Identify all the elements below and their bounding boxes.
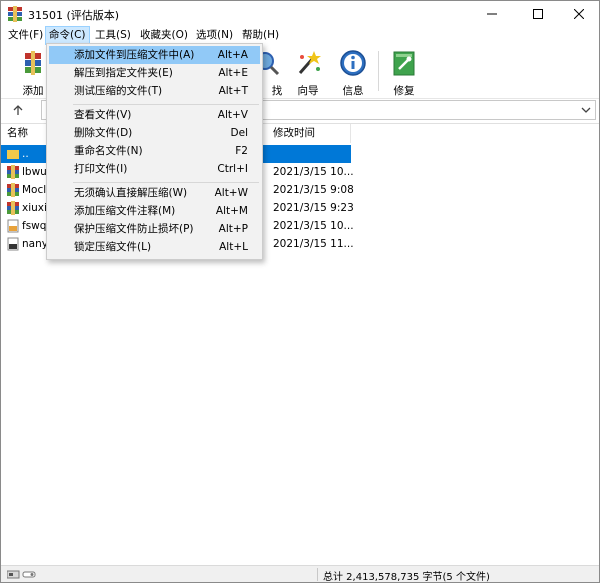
app-window: 31501 (评估版本) 文件(F) 命令(C) 工具(S) 收藏夹(O) 选项… — [0, 0, 600, 583]
minimize-icon — [487, 13, 497, 15]
maximize-icon — [533, 9, 543, 19]
menu-item-label: 添加压缩文件注释(M) — [74, 205, 176, 217]
parent-folder-icon — [7, 150, 19, 159]
menu-item-label: 测试压缩的文件(T) — [74, 85, 163, 97]
menu-item-label: 重命名文件(N) — [74, 145, 143, 157]
window-title: 31501 (评估版本) — [28, 9, 120, 22]
file-modified: 2021/3/15 10... — [273, 166, 354, 178]
rar-archive-icon — [7, 165, 19, 179]
menu-item-add-comment[interactable]: 添加压缩文件注释(M) Alt+M — [49, 202, 260, 220]
winrar-app-icon — [8, 6, 22, 22]
info-button-label: 信息 — [342, 85, 364, 97]
file-name: nany — [22, 238, 46, 250]
menu-item-shortcut: Ctrl+I — [217, 163, 248, 175]
menu-file[interactable]: 文件(F) — [5, 26, 46, 45]
menu-item-label: 添加文件到压缩文件中(A) — [74, 49, 195, 61]
menu-item-shortcut: Alt+E — [218, 67, 248, 79]
rar-archive-icon — [7, 183, 19, 197]
status-total-text: 总计 2,413,578,735 字节(5 个文件) — [323, 572, 490, 583]
command-menu: 添加文件到压缩文件中(A) Alt+A 解压到指定文件夹(E) Alt+E 测试… — [46, 43, 263, 260]
status-separator — [317, 568, 318, 581]
menu-item-shortcut: Del — [230, 127, 248, 139]
menu-item-lock-archive[interactable]: 锁定压缩文件(L) Alt+L — [49, 238, 260, 256]
wizard-icon — [298, 51, 321, 74]
menu-item-label: 打印文件(I) — [74, 163, 128, 175]
menu-item-shortcut: Alt+T — [218, 85, 248, 97]
menu-item-shortcut: F2 — [235, 145, 248, 157]
menu-item-label: 解压到指定文件夹(E) — [74, 67, 173, 79]
menu-item-extract-to[interactable]: 解压到指定文件夹(E) Alt+E — [49, 64, 260, 82]
menu-item-label: 锁定压缩文件(L) — [74, 241, 152, 253]
menu-item-extract-without-confirm[interactable]: 无须确认直接解压缩(W) Alt+W — [49, 184, 260, 202]
menu-item-test-archive[interactable]: 测试压缩的文件(T) Alt+T — [49, 82, 260, 100]
file-modified: 2021/3/15 10... — [273, 220, 354, 232]
menu-item-label: 删除文件(D) — [74, 127, 133, 139]
title-bar[interactable]: 31501 (评估版本) — [1, 1, 599, 27]
menu-item-shortcut: Alt+L — [219, 241, 248, 253]
file-name: fswq — [22, 220, 46, 232]
toolbar-separator — [378, 51, 379, 91]
menu-item-protect-archive[interactable]: 保护压缩文件防止损坏(P) Alt+P — [49, 220, 260, 238]
file-modified: 2021/3/15 9:23 — [273, 202, 354, 214]
minimize-button[interactable] — [471, 1, 513, 27]
wizard-button[interactable]: 向导 — [286, 47, 330, 97]
drive-status-icon — [7, 570, 36, 579]
menu-item-rename-file[interactable]: 重命名文件(N) F2 — [49, 142, 260, 160]
add-archive-icon — [25, 51, 41, 75]
menu-separator — [73, 104, 259, 105]
file-name: xiuxiu — [22, 202, 46, 214]
up-folder-button[interactable] — [5, 100, 31, 120]
menu-item-shortcut: Alt+P — [218, 223, 248, 235]
column-header-modified[interactable]: 修改时间 — [267, 124, 351, 143]
menu-item-label: 查看文件(V) — [74, 109, 132, 121]
executable-file-icon — [7, 237, 19, 251]
menu-item-shortcut: Alt+W — [214, 187, 248, 199]
menu-item-shortcut: Alt+V — [217, 109, 248, 121]
menu-item-shortcut: Alt+M — [215, 205, 248, 217]
executable-file-icon — [7, 219, 19, 233]
arrow-up-icon — [13, 105, 23, 115]
repair-button-label: 修复 — [393, 85, 415, 97]
wizard-button-label: 向导 — [297, 85, 319, 97]
file-modified: 2021/3/15 9:08 — [273, 184, 354, 196]
file-name: lbwuy — [22, 166, 46, 178]
maximize-button[interactable] — [517, 1, 559, 27]
menu-item-add-to-archive[interactable]: 添加文件到压缩文件中(A) Alt+A — [49, 46, 260, 64]
info-button[interactable]: 信息 — [331, 47, 375, 97]
file-name: Mocl — [22, 184, 46, 196]
info-icon — [340, 50, 366, 76]
close-icon — [574, 9, 584, 19]
menu-item-label: 保护压缩文件防止损坏(P) — [74, 223, 194, 235]
rar-archive-icon — [7, 201, 19, 215]
repair-button[interactable]: 修复 — [382, 47, 426, 97]
repair-icon — [393, 51, 415, 76]
status-bar: 总计 2,413,578,735 字节(5 个文件) — [1, 565, 599, 583]
chevron-down-icon[interactable] — [581, 105, 591, 115]
file-name: .. — [22, 148, 29, 160]
menu-item-label: 无须确认直接解压缩(W) — [74, 187, 188, 199]
file-modified: 2021/3/15 11... — [273, 238, 354, 250]
menu-item-print-file[interactable]: 打印文件(I) Ctrl+I — [49, 160, 260, 178]
menu-item-shortcut: Alt+A — [217, 49, 248, 61]
menu-item-view-file[interactable]: 查看文件(V) Alt+V — [49, 106, 260, 124]
menu-item-delete-file[interactable]: 删除文件(D) Del — [49, 124, 260, 142]
close-button[interactable] — [558, 1, 600, 27]
menu-separator — [73, 182, 259, 183]
